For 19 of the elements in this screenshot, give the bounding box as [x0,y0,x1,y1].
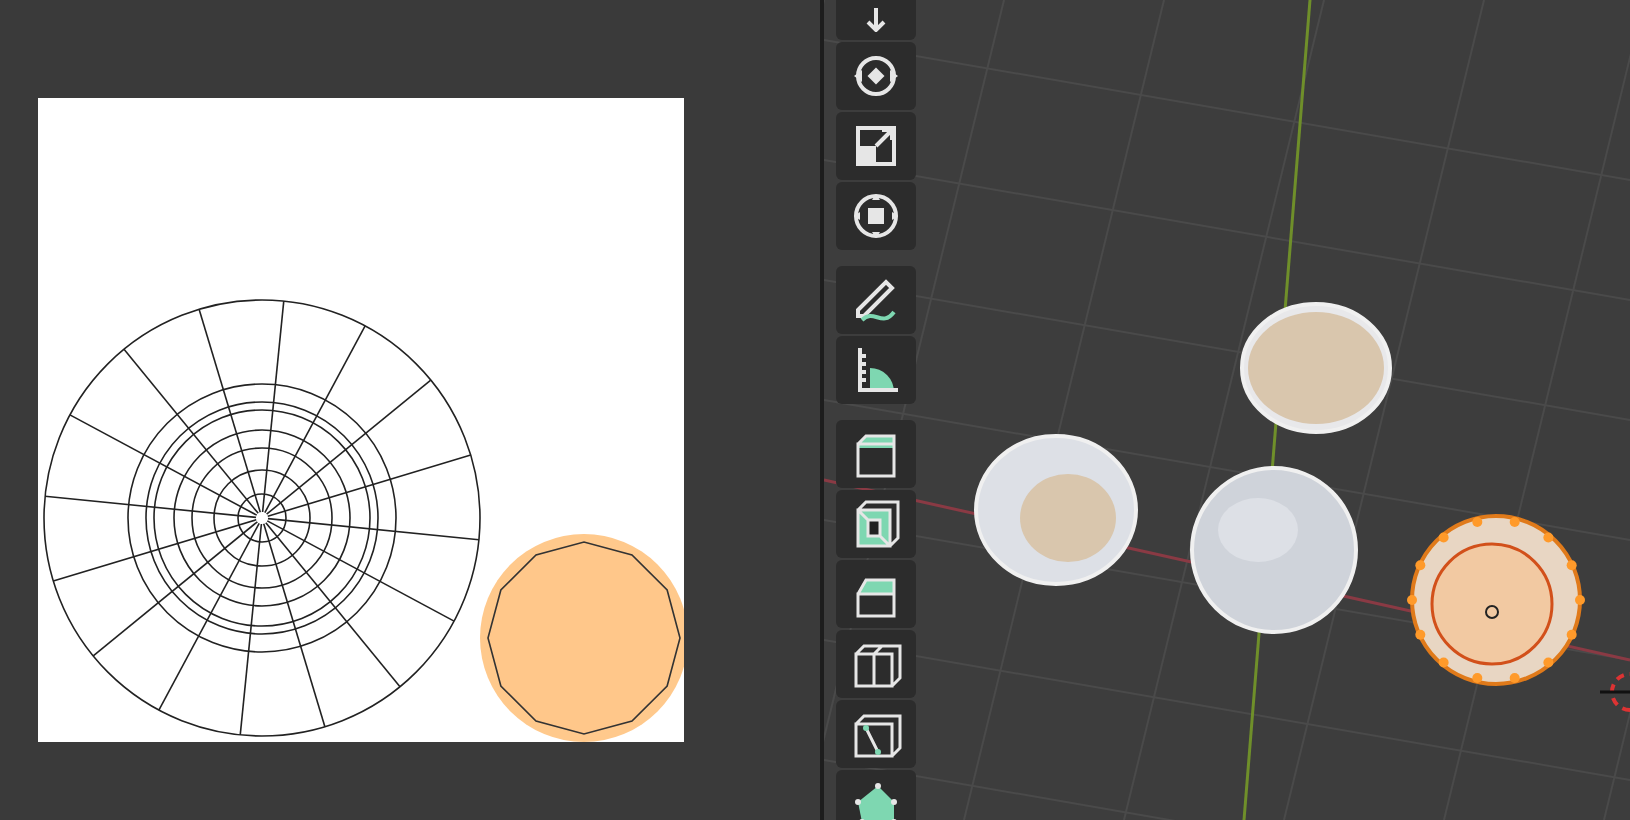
arrow-icon [866,6,886,32]
scale-icon [850,120,902,172]
transform-icon [850,190,902,242]
rotate-icon [850,50,902,102]
tool-button[interactable] [836,630,916,698]
polygon-icon [850,778,902,820]
tool-button[interactable] [836,182,916,250]
tool-button[interactable] [836,266,916,334]
tool-button[interactable] [836,112,916,180]
tool-button[interactable] [836,420,916,488]
3d-cursor-icon[interactable] [1600,672,1630,712]
mesh-object[interactable] [1407,514,1585,686]
tool-button[interactable] [836,336,916,404]
tool-button[interactable] [836,770,916,820]
tool-button[interactable] [836,42,916,110]
tool-button[interactable] [836,560,916,628]
tool-button[interactable] [836,700,916,768]
3d-viewport[interactable] [824,0,1630,820]
tool-button[interactable] [836,490,916,558]
